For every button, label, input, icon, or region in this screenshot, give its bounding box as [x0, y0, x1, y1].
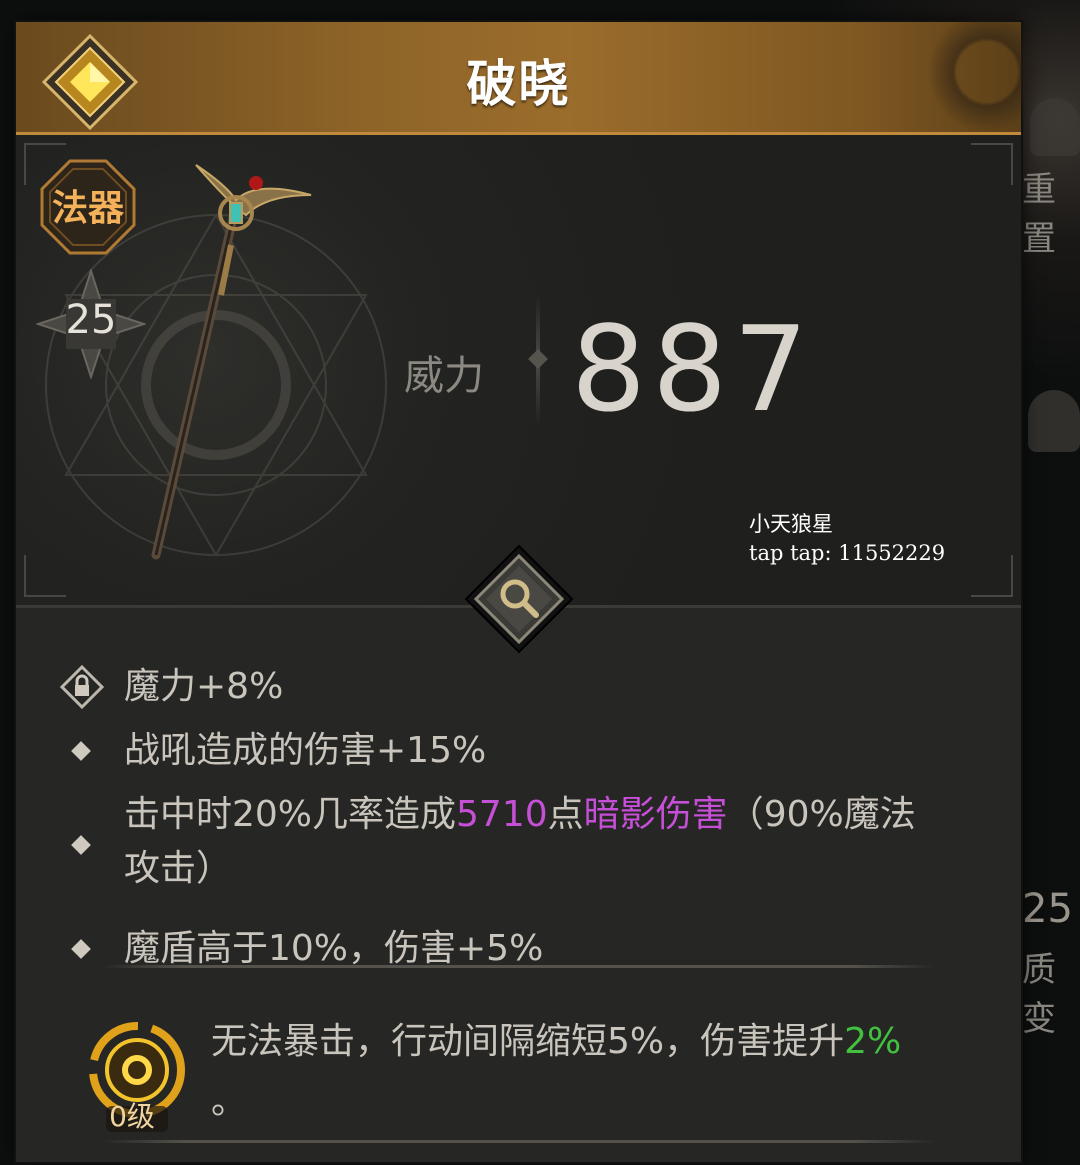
item-type-label: 法器: [51, 188, 124, 229]
item-display-area: 法器 25 威力 887 小天狼星 tap tap: 11552229: [16, 135, 1021, 605]
skill-highlight: 2%: [844, 1021, 902, 1062]
corner-ornament: [971, 143, 1013, 185]
power-label: 威力: [404, 353, 484, 399]
skill-description: 无法暴击，行动间隔缩短5%，伤害提升2% 。: [211, 1012, 971, 1132]
watermark-name: 小天狼星: [749, 512, 833, 536]
stat-text: 魔力+8%: [124, 666, 284, 707]
diamond-bullet-icon: [71, 835, 91, 855]
item-level-badge: 25: [34, 267, 148, 381]
stat-highlight-value: 5710: [456, 794, 548, 835]
magnify-button[interactable]: [464, 544, 574, 654]
item-level: 25: [65, 297, 117, 343]
lock-icon: [60, 665, 104, 709]
armor-slot-icon[interactable]: [1028, 390, 1080, 452]
stat-text: 战吼造成的伤害+15%: [124, 730, 487, 771]
stat-text-part: 点: [547, 794, 584, 835]
stat-text-part: 攻击）: [124, 848, 233, 889]
stat-text-part: 击中时20%几率造成: [124, 794, 457, 835]
diamond-ornament-icon: [528, 349, 548, 369]
side-level-value: 25: [1022, 886, 1073, 932]
skill-text-end: 。: [211, 1081, 248, 1122]
item-name: 破晓: [466, 55, 571, 113]
watermark-tap-id: tap tap: 11552229: [749, 541, 946, 565]
stat-text-part: （90%魔法: [727, 794, 916, 835]
divider-line: [102, 965, 936, 968]
stat-highlight-type: 暗影伤害: [583, 794, 728, 835]
corner-ornament: [971, 555, 1013, 597]
item-detail-panel: 破晓 法器 25 威力 887 小天狼星 tap tap: 11552229 魔…: [16, 2, 1051, 1162]
diamond-bullet-icon: [71, 741, 91, 761]
skill-text-main: 无法暴击，行动间隔缩短5%，伤害提升: [211, 1021, 845, 1062]
diamond-bullet-icon: [71, 939, 91, 959]
staff-weapon-icon: [151, 164, 312, 560]
divider-line: [102, 1140, 936, 1143]
corner-ornament: [24, 555, 66, 597]
stat-text: 击中时20%几率造成5710点暗影伤害（90%魔法攻击）: [124, 788, 984, 896]
side-reset-label[interactable]: 重置: [1022, 162, 1080, 260]
skill-level: 0级: [109, 1100, 155, 1133]
side-evolve-label[interactable]: 质变: [1022, 942, 1080, 1040]
item-header: 破晓: [16, 2, 1051, 142]
item-type-badge: 法器: [40, 159, 136, 255]
watermark: 小天狼星 tap tap: 11552229: [749, 510, 945, 568]
power-value: 887: [571, 300, 815, 438]
